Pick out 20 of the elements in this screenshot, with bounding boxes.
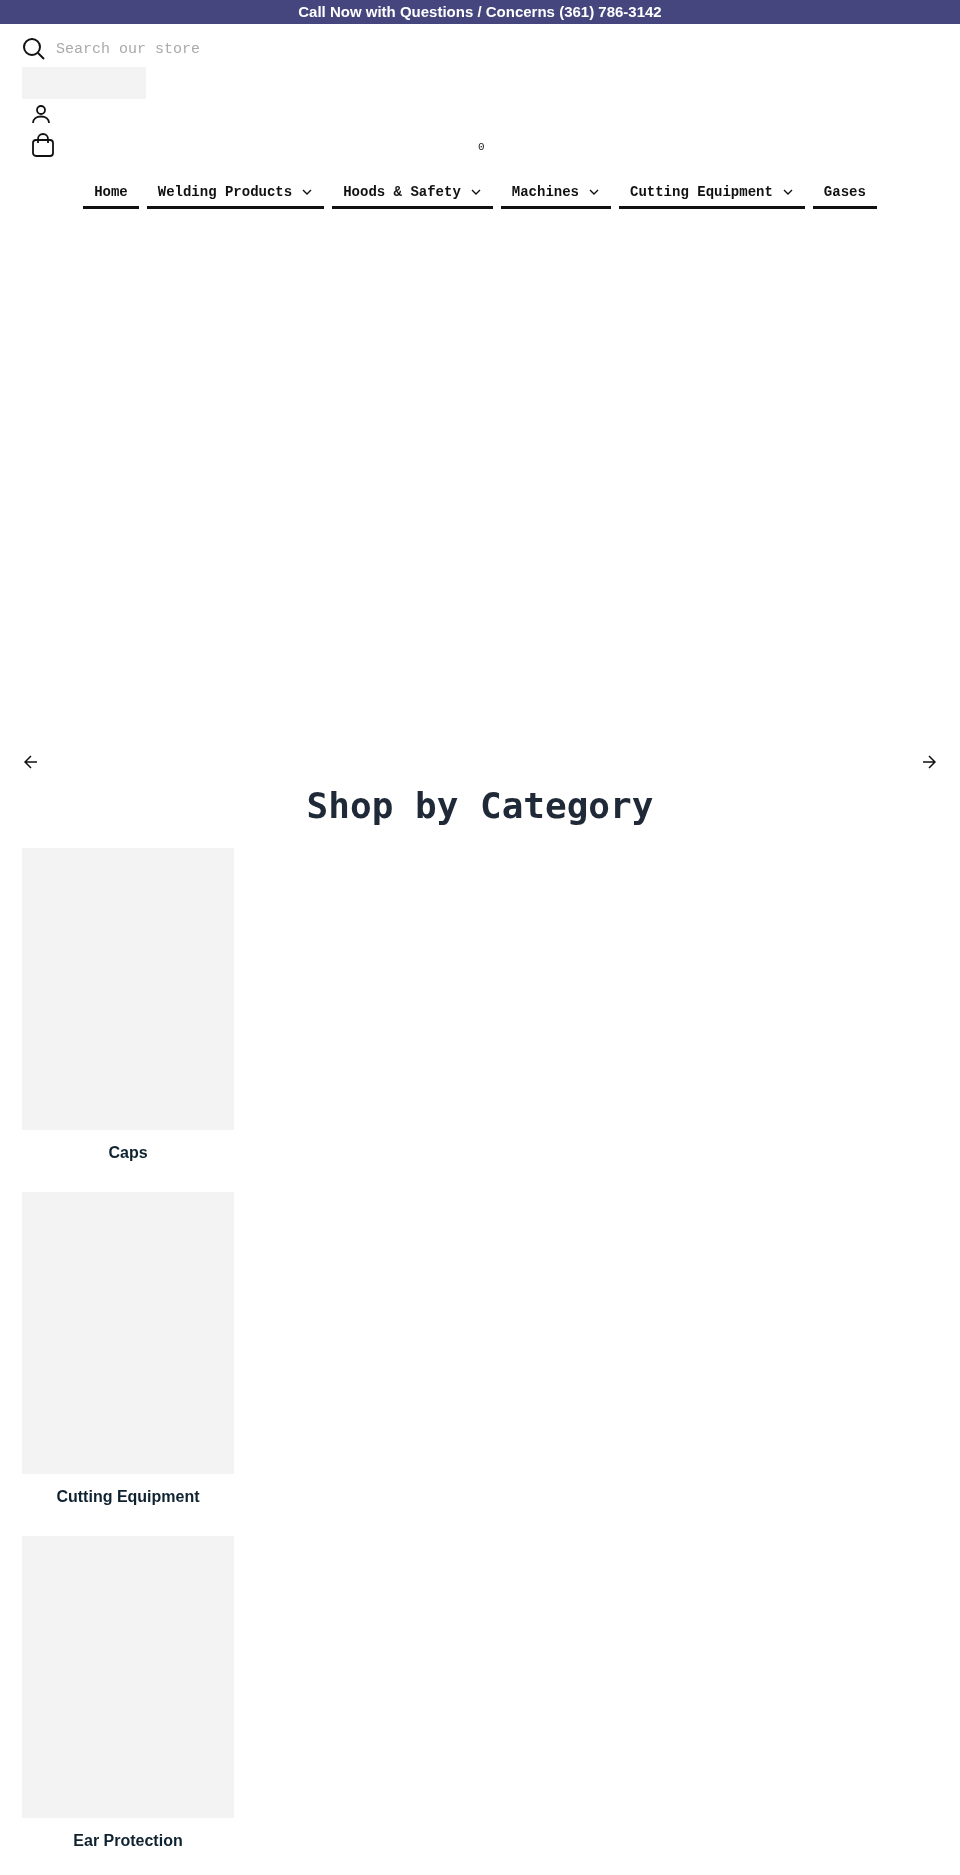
search-field[interactable]: Search our store [56, 40, 356, 58]
category-title[interactable]: Ear Protection [22, 1832, 234, 1850]
next-arrow-button[interactable] [922, 755, 936, 769]
nav-link[interactable]: Cutting Equipment [619, 177, 805, 209]
nav-link[interactable]: Hoods & Safety [332, 177, 493, 209]
arrow-left-icon [24, 755, 38, 769]
category-title[interactable]: Cutting Equipment [22, 1488, 234, 1506]
nav-link[interactable]: Gases [812, 177, 877, 209]
shopping-bag-icon[interactable] [32, 133, 54, 157]
nav-link[interactable]: Home [83, 177, 139, 209]
cart-count: 0 [478, 141, 485, 153]
arrow-right-icon [922, 755, 936, 769]
category-title[interactable]: Caps [22, 1144, 234, 1162]
previous-arrow-button[interactable] [24, 755, 38, 769]
section-heading: Shop by Category [305, 785, 655, 826]
announcement-text: Call Now with Questions / Concerns (361) 786-3142 [297, 2, 663, 22]
account-icon[interactable] [32, 105, 50, 124]
nav-link[interactable]: Machines [500, 177, 611, 209]
search-icon[interactable] [22, 37, 46, 61]
nav-link[interactable]: Welding Products [146, 177, 325, 209]
